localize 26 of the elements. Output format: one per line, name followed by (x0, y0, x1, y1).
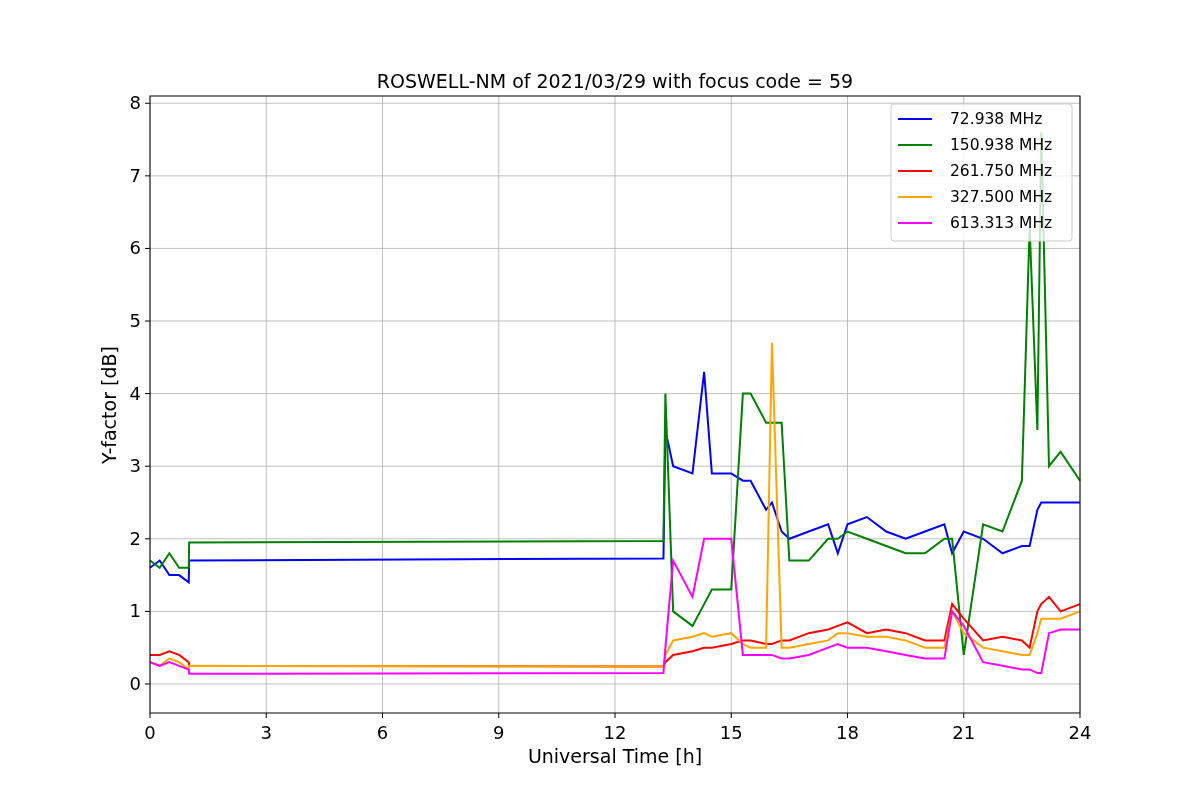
chart-title: ROSWELL-NM of 2021/03/29 with focus code = 59 (376, 70, 854, 92)
tick-label: 1 (129, 600, 141, 622)
y-axis-label: Y-factor [dB] (98, 346, 120, 464)
tick-label: 12 (603, 722, 627, 743)
tick-label: 2 (129, 527, 141, 549)
legend-label: 72.938 MHz (950, 110, 1043, 128)
tick-label: 5 (129, 310, 141, 331)
legend-label: 261.750 MHz (950, 162, 1053, 180)
tick-label: 3 (129, 455, 141, 477)
tick-label: 7 (129, 164, 141, 186)
tick-label: 6 (129, 237, 141, 259)
tick-label: 3 (260, 722, 272, 743)
tick-label: 24 (1068, 722, 1092, 743)
tick-label: 0 (144, 722, 156, 743)
x-axis-label: Universal Time [h] (527, 745, 703, 767)
tick-label: 21 (952, 722, 976, 743)
legend-label: 613.313 MHz (950, 214, 1053, 232)
tick-label: 9 (493, 722, 505, 743)
tick-label: 15 (719, 722, 743, 743)
legend-label: 150.938 MHz (950, 136, 1053, 154)
tick-label: 0 (129, 672, 141, 694)
tick-label: 8 (129, 92, 141, 114)
tick-label: 4 (129, 382, 141, 404)
tick-label: 18 (836, 722, 859, 743)
legend-label: 327.500 MHz (950, 188, 1053, 206)
tick-label: 6 (376, 722, 389, 743)
